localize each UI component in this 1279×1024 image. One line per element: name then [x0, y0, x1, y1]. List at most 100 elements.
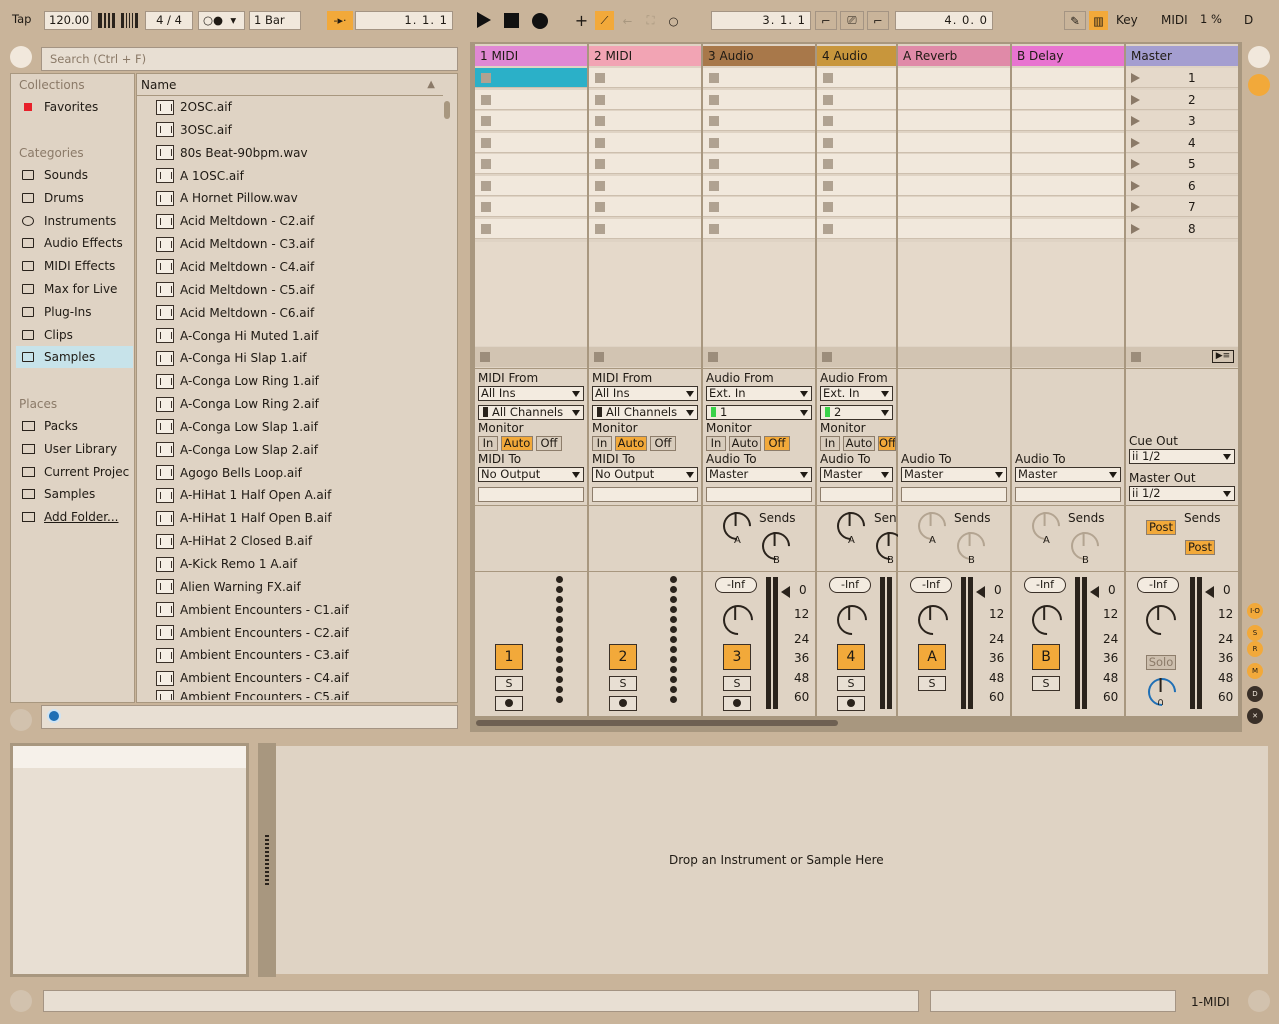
- clip-slot[interactable]: [703, 89, 815, 110]
- re-enable-automation-icon[interactable]: ←: [618, 11, 637, 30]
- stop-clips-icon[interactable]: [594, 352, 604, 362]
- clip-slot[interactable]: [475, 154, 587, 174]
- browser-file-item[interactable]: Acid Meltdown - C4.aif: [152, 256, 437, 278]
- track-header[interactable]: 1 MIDI: [475, 46, 587, 66]
- clip-slot[interactable]: [475, 197, 587, 217]
- monitor-in-button[interactable]: In: [592, 436, 612, 451]
- browser-file-item[interactable]: A-Conga Low Ring 1.aif: [152, 370, 437, 392]
- play-icon[interactable]: [477, 12, 491, 28]
- info-view-toggle-icon[interactable]: [10, 990, 32, 1012]
- clip-slot[interactable]: [703, 197, 815, 217]
- browser-file-item[interactable]: Ambient Encounters - C5.aif: [152, 690, 437, 701]
- arm-button[interactable]: [837, 696, 865, 711]
- monitor-in-button[interactable]: In: [478, 436, 498, 451]
- clip-slot[interactable]: [475, 89, 587, 110]
- clip-stop-row[interactable]: [898, 347, 1010, 367]
- track-header[interactable]: B Delay: [1012, 46, 1124, 66]
- browser-file-item[interactable]: A-HiHat 1 Half Open B.aif: [152, 507, 437, 529]
- mixer-toggle-icon[interactable]: [1248, 74, 1270, 96]
- browser-file-item[interactable]: Acid Meltdown - C6.aif: [152, 302, 437, 324]
- sidebar-item-midi-effects[interactable]: MIDI Effects: [16, 255, 133, 277]
- browser-file-item[interactable]: Ambient Encounters - C4.aif: [152, 667, 437, 689]
- clip-slot[interactable]: [703, 154, 815, 174]
- browser-file-item[interactable]: A-Conga Low Ring 2.aif: [152, 393, 437, 415]
- arrangement-position-field[interactable]: 1. 1. 1: [355, 11, 453, 30]
- clip-stop-row[interactable]: [703, 347, 815, 367]
- volume-field[interactable]: -Inf: [715, 577, 757, 593]
- clip-stop-row[interactable]: ▶≡: [1126, 347, 1238, 367]
- clip-slot[interactable]: [703, 111, 815, 131]
- clip-slot[interactable]: [703, 132, 815, 153]
- sends-toggle-icon[interactable]: S: [1247, 625, 1263, 641]
- clip-slot[interactable]: [817, 154, 896, 174]
- stop-clips-icon[interactable]: [822, 352, 832, 362]
- browser-file-item[interactable]: 3OSC.aif: [152, 119, 437, 141]
- scene-expand-icon[interactable]: ▶≡: [1212, 350, 1234, 363]
- sidebar-item-drums[interactable]: Drums: [16, 187, 133, 209]
- scene-launch[interactable]: 4: [1126, 132, 1238, 153]
- empty-clip-area[interactable]: [898, 242, 1010, 346]
- output-type-dropdown[interactable]: No Output: [478, 467, 584, 482]
- clip-slot[interactable]: [898, 68, 1010, 88]
- place-packs[interactable]: Packs: [16, 415, 133, 437]
- browser-file-item[interactable]: Acid Meltdown - C5.aif: [152, 279, 437, 301]
- scene-launch[interactable]: 6: [1126, 175, 1238, 196]
- place-samples[interactable]: Samples: [16, 483, 133, 505]
- clip-slot[interactable]: [475, 218, 587, 239]
- clip-slot[interactable]: [1012, 68, 1124, 88]
- solo-button[interactable]: S: [918, 676, 946, 691]
- place-current-projec[interactable]: Current Projec: [16, 461, 133, 483]
- volume-slider-icon[interactable]: [976, 586, 985, 598]
- crossfader-toggle-icon[interactable]: ✕: [1247, 708, 1263, 724]
- scene-launch[interactable]: 3: [1126, 111, 1238, 131]
- metronome-icon[interactable]: [98, 13, 115, 28]
- punch-in-icon[interactable]: ⌐: [815, 11, 837, 30]
- clip-slot[interactable]: [817, 68, 896, 88]
- arm-button[interactable]: [495, 696, 523, 711]
- clip-slot[interactable]: [589, 132, 701, 153]
- volume-field[interactable]: -Inf: [910, 577, 952, 593]
- input-channel-dropdown[interactable]: 2: [820, 405, 893, 420]
- track-header[interactable]: 3 Audio: [703, 46, 815, 66]
- volume-field[interactable]: -Inf: [1137, 577, 1179, 593]
- input-type-dropdown[interactable]: Ext. In: [820, 386, 893, 401]
- clip-slot[interactable]: [703, 68, 815, 88]
- clip-slot[interactable]: [1012, 154, 1124, 174]
- clip-slot[interactable]: [898, 175, 1010, 196]
- clip-slot[interactable]: [1012, 197, 1124, 217]
- name-column-header[interactable]: Name ▲: [137, 76, 443, 96]
- track-header[interactable]: 4 Audio: [817, 46, 896, 66]
- tap-button[interactable]: Tap: [8, 11, 41, 28]
- clip-slot[interactable]: [589, 218, 701, 239]
- scene-launch[interactable]: 8: [1126, 218, 1238, 239]
- preview-icon[interactable]: [47, 709, 61, 723]
- clip-slot[interactable]: [817, 89, 896, 110]
- output-type-dropdown[interactable]: Master: [820, 467, 893, 482]
- splitter-handle-icon[interactable]: [265, 835, 269, 885]
- browser-file-item[interactable]: 80s Beat-90bpm.wav: [152, 142, 437, 164]
- time-signature-field[interactable]: 4 / 4: [145, 11, 193, 30]
- empty-clip-area[interactable]: [1012, 242, 1124, 346]
- loop-start-field[interactable]: 3. 1. 1: [711, 11, 811, 30]
- scene-launch[interactable]: 7: [1126, 197, 1238, 217]
- track-activator-button[interactable]: 2: [609, 644, 637, 670]
- clip-slot[interactable]: [1012, 111, 1124, 131]
- empty-clip-area[interactable]: [703, 242, 815, 346]
- track-activator-button[interactable]: 3: [723, 644, 751, 670]
- session-view-menu-icon[interactable]: [1248, 46, 1270, 68]
- input-type-dropdown[interactable]: All Ins: [592, 386, 698, 401]
- clip-slot[interactable]: [898, 154, 1010, 174]
- stop-all-clips-icon[interactable]: [1131, 352, 1141, 362]
- browser-search-input[interactable]: Search (Ctrl + F): [41, 47, 458, 71]
- input-channel-dropdown[interactable]: All Channels: [478, 405, 584, 420]
- clip-slot[interactable]: [589, 89, 701, 110]
- quantization-dropdown[interactable]: 1 Bar: [249, 11, 301, 30]
- clip-slot[interactable]: [589, 197, 701, 217]
- draw-mode-icon[interactable]: ✎: [1064, 11, 1086, 30]
- keyboard-icon[interactable]: ▥: [1089, 11, 1108, 30]
- loop-length-field[interactable]: 4. 0. 0: [895, 11, 993, 30]
- overdub-icon[interactable]: +: [572, 11, 591, 30]
- track-activator-button[interactable]: 4: [837, 644, 865, 670]
- session-horizontal-scrollbar[interactable]: [476, 720, 838, 726]
- input-channel-dropdown[interactable]: 1: [706, 405, 812, 420]
